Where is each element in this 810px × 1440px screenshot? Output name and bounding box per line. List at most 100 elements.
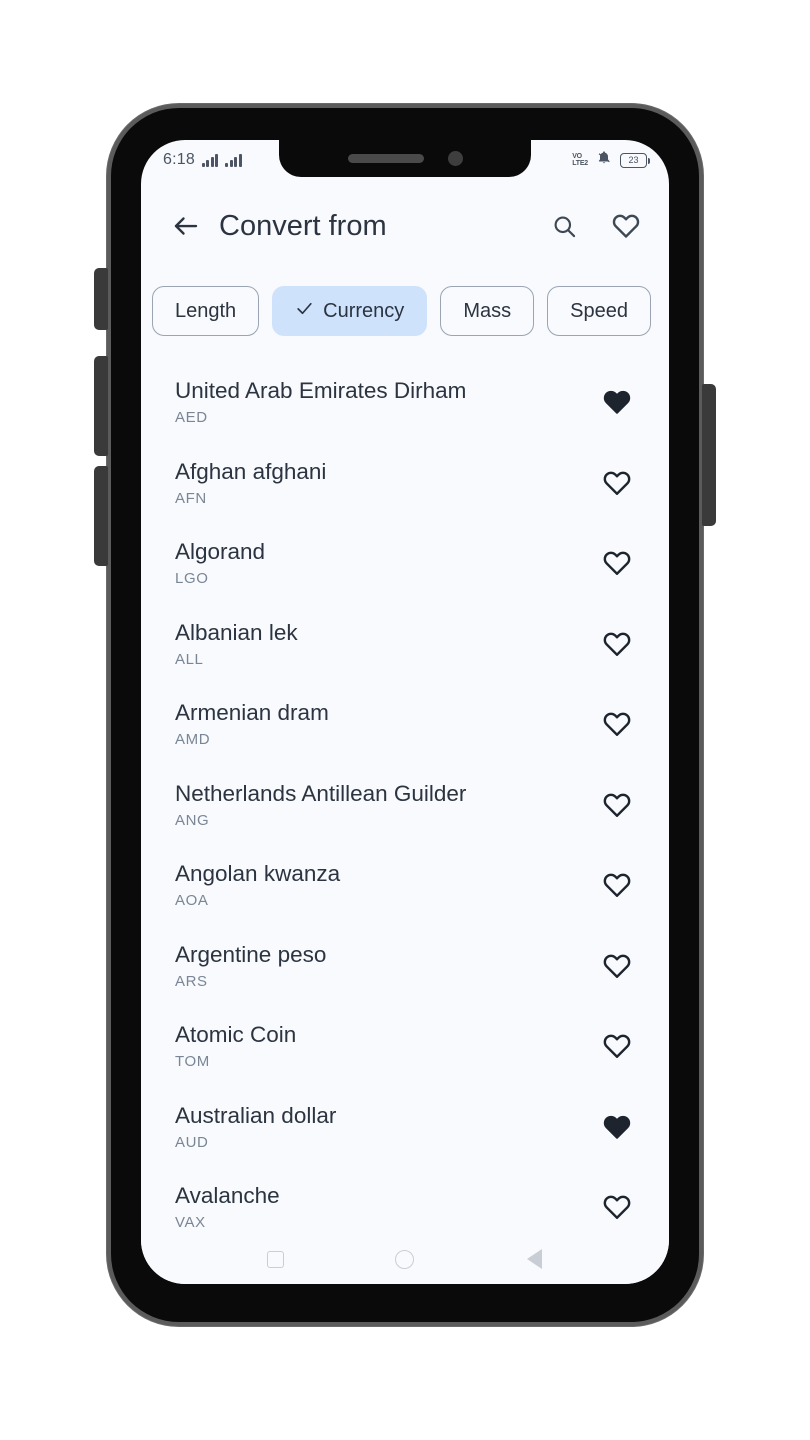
chip-speed[interactable]: Speed <box>547 286 651 336</box>
status-bar-clock: 6:18 <box>163 151 195 168</box>
nav-recents-button[interactable] <box>259 1242 293 1276</box>
app-bar-actions <box>547 209 643 243</box>
chip-currency[interactable]: Currency <box>272 286 428 336</box>
list-item-text: Afghan afghani AFN <box>175 457 326 509</box>
list-item[interactable]: Avalanche VAX <box>175 1167 643 1240</box>
list-item-text: Armenian dram AMD <box>175 698 329 750</box>
currency-code: LGO <box>175 570 209 588</box>
android-navigation-bar <box>141 1234 669 1284</box>
list-item[interactable]: United Arab Emirates Dirham AED <box>175 362 643 443</box>
currency-code: ANG <box>175 811 210 829</box>
currency-code: AUD <box>175 1133 209 1151</box>
battery-icon: 23 <box>620 152 650 168</box>
list-item[interactable]: Angolan kwanza AOA <box>175 845 643 926</box>
currency-name: United Arab Emirates Dirham <box>175 378 467 404</box>
favorites-button[interactable] <box>609 209 643 243</box>
currency-code: AFN <box>175 489 207 507</box>
favorite-toggle-heart-outline-icon[interactable] <box>597 865 637 905</box>
category-filter-chips: Length Currency Mass Speed <box>141 286 669 336</box>
circle-home-icon <box>395 1249 415 1269</box>
currency-code: AOA <box>175 892 209 910</box>
signal-bars-icon <box>201 153 219 167</box>
currency-name: Armenian dram <box>175 700 329 726</box>
currency-code: TOM <box>175 1053 210 1071</box>
list-item-text: Argentine peso ARS <box>175 940 326 992</box>
favorite-toggle-heart-outline-icon[interactable] <box>597 463 637 503</box>
list-item[interactable]: Albanian lek ALL <box>175 604 643 685</box>
currency-code: AMD <box>175 731 211 749</box>
list-item-text: Angolan kwanza AOA <box>175 859 340 911</box>
front-camera-icon <box>447 151 463 166</box>
list-item-text: Avalanche VAX <box>175 1181 280 1233</box>
list-item[interactable]: Algorand LGO <box>175 523 643 604</box>
list-item-text: United Arab Emirates Dirham AED <box>175 376 466 428</box>
currency-code: AED <box>175 409 208 427</box>
status-bar-left: 6:18 <box>163 151 242 169</box>
list-item[interactable]: Netherlands Antillean Guilder ANG <box>175 765 643 846</box>
chip-length[interactable]: Length <box>152 286 260 336</box>
currency-name: Albanian lek <box>175 619 298 645</box>
favorite-toggle-heart-outline-icon[interactable] <box>597 785 637 825</box>
favorite-toggle-heart-filled-icon[interactable] <box>597 1107 637 1147</box>
currency-name: Australian dollar <box>175 1102 337 1128</box>
bell-muted-icon <box>596 150 612 171</box>
favorite-toggle-heart-outline-icon[interactable] <box>597 624 637 664</box>
favorite-toggle-heart-outline-icon[interactable] <box>597 1187 637 1227</box>
phone-notch <box>279 140 531 177</box>
chip-label: Length <box>175 299 237 322</box>
list-item-text: Netherlands Antillean Guilder ANG <box>175 779 466 831</box>
phone-button-power[interactable] <box>702 384 716 526</box>
favorite-toggle-heart-outline-icon[interactable] <box>597 704 637 744</box>
signal-bars-icon-sim2 <box>225 153 242 167</box>
list-item-text: Atomic Coin TOM <box>175 1020 296 1072</box>
favorite-toggle-heart-outline-icon[interactable] <box>597 543 637 583</box>
volte-line-2: LTE2 <box>572 160 588 167</box>
heart-outline-icon <box>612 214 640 238</box>
status-bar-right: VO LTE2 23 <box>572 150 650 171</box>
phone-button-silent[interactable] <box>94 268 108 330</box>
currency-name: Argentine peso <box>175 941 327 967</box>
page-title: Convert from <box>219 209 387 242</box>
list-item[interactable]: Afghan afghani AFN <box>175 443 643 524</box>
currency-list[interactable]: United Arab Emirates Dirham AED Afghan afg… <box>141 362 669 1240</box>
currency-name: Afghan afghani <box>175 458 327 484</box>
currency-code: ARS <box>175 972 208 990</box>
list-item[interactable]: Atomic Coin TOM <box>175 1006 643 1087</box>
currency-name: Algorand <box>175 539 266 565</box>
arrow-left-icon <box>174 217 198 235</box>
chip-mass[interactable]: Mass <box>440 286 535 336</box>
nav-back-button[interactable] <box>517 1242 551 1276</box>
currency-name: Atomic Coin <box>175 1022 297 1048</box>
favorite-toggle-heart-outline-icon[interactable] <box>597 946 637 986</box>
currency-code: VAX <box>175 1214 206 1232</box>
earpiece-speaker-icon <box>347 154 424 163</box>
app-bar: Convert from <box>141 190 669 262</box>
list-item[interactable]: Argentine peso ARS <box>175 926 643 1007</box>
volte-icon: VO LTE2 <box>572 153 588 168</box>
square-recents-icon <box>267 1250 285 1268</box>
nav-home-button[interactable] <box>388 1242 422 1276</box>
back-button[interactable] <box>167 207 205 245</box>
list-item-text: Albanian lek ALL <box>175 618 298 670</box>
currency-code: ALL <box>175 650 204 668</box>
chip-label: Mass <box>463 299 512 322</box>
phone-button-volume-up[interactable] <box>94 356 108 456</box>
list-item[interactable]: Armenian dram AMD <box>175 684 643 765</box>
phone-button-volume-down[interactable] <box>94 466 108 566</box>
currency-name: Angolan kwanza <box>175 861 341 887</box>
screenshot-root: 6:18 VO LTE2 23 Convert from Length Curr… <box>0 0 810 1440</box>
list-item[interactable]: Australian dollar AUD <box>175 1087 643 1168</box>
favorite-toggle-heart-filled-icon[interactable] <box>597 382 637 422</box>
chip-label: Speed <box>570 299 628 322</box>
phone-screen: 6:18 VO LTE2 23 Convert from Length Curr… <box>141 140 669 1284</box>
battery-percent-label: 23 <box>628 155 639 165</box>
favorite-toggle-heart-outline-icon[interactable] <box>597 1026 637 1066</box>
volte-line-1: VO <box>572 152 582 160</box>
list-item-text: Algorand LGO <box>175 537 265 589</box>
list-item-text: Australian dollar AUD <box>175 1101 336 1153</box>
check-icon <box>295 299 314 324</box>
currency-name: Avalanche <box>175 1183 280 1209</box>
search-button[interactable] <box>547 209 581 243</box>
triangle-back-icon <box>526 1249 542 1269</box>
search-icon <box>554 216 575 237</box>
